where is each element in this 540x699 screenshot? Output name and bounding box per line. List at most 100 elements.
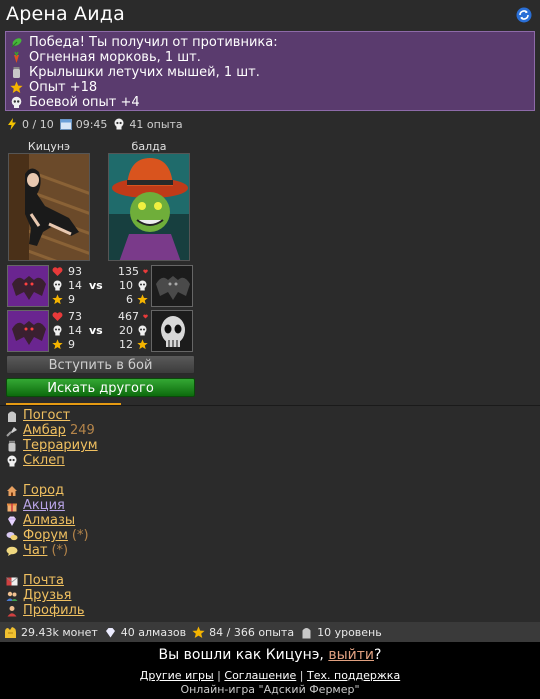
diamond-icon bbox=[105, 627, 115, 637]
pet-stat-value: 135 bbox=[118, 265, 139, 278]
pet-left-2-lvl: 9 bbox=[52, 338, 75, 351]
vs-label: vs bbox=[89, 324, 103, 337]
skull-icon bbox=[53, 280, 62, 291]
pet-image bbox=[8, 266, 48, 306]
exp-value: 84 / 366 опыта bbox=[209, 625, 295, 639]
pet-stat-value: 93 bbox=[68, 265, 82, 278]
friends-icon bbox=[6, 591, 18, 601]
menu-item-profil: Профиль bbox=[6, 603, 85, 618]
victory-message: Победа! Ты получил от противника: Огненн… bbox=[5, 31, 535, 111]
menu-item-pochta: Почта bbox=[6, 573, 85, 588]
time-value: 09:45 bbox=[75, 117, 108, 131]
avatar-right-image bbox=[109, 154, 189, 260]
victory-line-text: Опыт +18 bbox=[29, 80, 98, 95]
pet-right-1[interactable] bbox=[151, 265, 193, 307]
menu-group-farm: Погост Амбар 249 Террариум Склеп bbox=[6, 408, 98, 468]
link-other-games[interactable]: Другие игры bbox=[140, 669, 214, 682]
header: Арена Аида bbox=[0, 0, 540, 30]
link-almazy[interactable]: Алмазы bbox=[23, 513, 75, 528]
pet-left-1[interactable] bbox=[7, 265, 49, 307]
pet-stat-value: 14 bbox=[68, 279, 82, 292]
pet-stat-value: 6 bbox=[126, 293, 133, 306]
logged-in-suffix: ? bbox=[374, 647, 382, 663]
footer-separator: | bbox=[217, 669, 221, 682]
pet-left-1-lvl: 9 bbox=[52, 293, 75, 306]
shovel-icon bbox=[6, 426, 17, 437]
tombstone-icon bbox=[8, 411, 16, 422]
pet-right-2-atk: 20 bbox=[118, 324, 148, 337]
pet-right-1-lvl: 6 bbox=[118, 293, 148, 306]
victory-line: Боевой опыт +4 bbox=[10, 95, 534, 110]
link-aktsiya[interactable]: Акция bbox=[23, 498, 65, 513]
player-right-portrait[interactable] bbox=[108, 153, 190, 261]
menu-item-druzya: Друзья bbox=[6, 588, 85, 603]
menu-item-pogost: Погост bbox=[6, 408, 98, 423]
heart-icon bbox=[52, 312, 63, 321]
menu-item-chat: Чат (*) bbox=[6, 543, 89, 558]
star-icon bbox=[137, 339, 148, 350]
menu-item-almazy: Алмазы bbox=[6, 513, 89, 528]
resource-bar: 29.43k монет 40 алмазов 84 / 366 опыта 1… bbox=[0, 622, 540, 642]
level-value: 10 уровень bbox=[317, 625, 382, 639]
pet-right-2[interactable] bbox=[151, 310, 193, 352]
link-forum[interactable]: Форум bbox=[23, 528, 68, 543]
status-bar: 0 / 10 09:45 41 опыта bbox=[6, 117, 183, 131]
jar-icon bbox=[8, 440, 16, 451]
pet-left-2[interactable] bbox=[7, 310, 49, 352]
menu-item-ambar: Амбар 249 bbox=[6, 423, 98, 438]
pet-right-2-hp: 467 bbox=[118, 310, 148, 323]
profile-icon bbox=[7, 605, 17, 616]
refresh-icon[interactable] bbox=[516, 7, 532, 23]
diamond-icon bbox=[8, 516, 16, 526]
link-sklep[interactable]: Склеп bbox=[23, 453, 65, 468]
star-icon bbox=[10, 81, 23, 93]
page: Арена Аида Победа! Ты получил от противн… bbox=[0, 0, 540, 699]
pet-left-1-hp: 93 bbox=[52, 265, 82, 278]
skull-icon bbox=[114, 118, 124, 130]
star-icon bbox=[52, 339, 63, 350]
menu-item-aktsiya: Акция bbox=[6, 498, 89, 513]
skull-icon bbox=[53, 325, 62, 336]
pet-left-2-atk: 14 bbox=[52, 324, 82, 337]
link-ambar[interactable]: Амбар bbox=[23, 423, 66, 438]
link-chat[interactable]: Чат bbox=[23, 543, 47, 558]
menu-item-sklep: Склеп bbox=[6, 453, 98, 468]
link-terrarium[interactable]: Террариум bbox=[23, 438, 98, 453]
victory-line-text: Крылышки летучих мышей, 1 шт. bbox=[29, 65, 260, 80]
avatar-left-image bbox=[9, 154, 89, 260]
forum-new-indicator: (*) bbox=[71, 528, 89, 543]
pet-stat-value: 73 bbox=[68, 310, 82, 323]
player-left-portrait[interactable] bbox=[8, 153, 90, 261]
carrot-icon bbox=[14, 51, 19, 63]
search-other-button[interactable]: Искать другого bbox=[6, 378, 195, 397]
chat-new-indicator: (*) bbox=[51, 543, 69, 558]
battle-exp-value: 41 опыта bbox=[129, 117, 183, 131]
pet-stat-value: 9 bbox=[68, 293, 75, 306]
link-gorod[interactable]: Город bbox=[23, 483, 64, 498]
link-pochta[interactable]: Почта bbox=[23, 573, 64, 588]
house-icon bbox=[7, 485, 17, 496]
link-pogost[interactable]: Погост bbox=[23, 408, 70, 423]
energy-value: 0 / 10 bbox=[22, 117, 54, 131]
link-support[interactable]: Тех. поддержка bbox=[307, 669, 400, 682]
pet-stat-value: 9 bbox=[68, 338, 75, 351]
player-left-name: Кицунэ bbox=[27, 140, 71, 153]
copyright: Онлайн-игра "Адский Фермер" bbox=[180, 683, 360, 696]
logged-in-prefix: Вы вошли как Кицунэ, bbox=[158, 647, 324, 663]
menu-item-forum: Форум (*) bbox=[6, 528, 89, 543]
link-druzya[interactable]: Друзья bbox=[23, 588, 72, 603]
skull-icon bbox=[138, 325, 147, 336]
heart-icon bbox=[143, 269, 148, 274]
link-profil[interactable]: Профиль bbox=[23, 603, 85, 618]
menu-item-gorod: Город bbox=[6, 483, 89, 498]
skull-icon bbox=[11, 96, 22, 108]
link-terms[interactable]: Соглашение bbox=[224, 669, 296, 682]
logout-link[interactable]: выйти bbox=[328, 647, 374, 663]
ambar-count: 249 bbox=[69, 423, 95, 438]
menu-group-community: Город Акция Алмазы Форум (*) Чат (*) bbox=[6, 483, 89, 558]
logged-in-text: Вы вошли как Кицунэ, выйти? bbox=[0, 647, 540, 663]
main-panel: Арена Аида Победа! Ты получил от противн… bbox=[0, 0, 540, 642]
join-battle-button[interactable]: Вступить в бой bbox=[6, 355, 195, 374]
heart-icon bbox=[143, 314, 148, 319]
pet-left-1-atk: 14 bbox=[52, 279, 82, 292]
